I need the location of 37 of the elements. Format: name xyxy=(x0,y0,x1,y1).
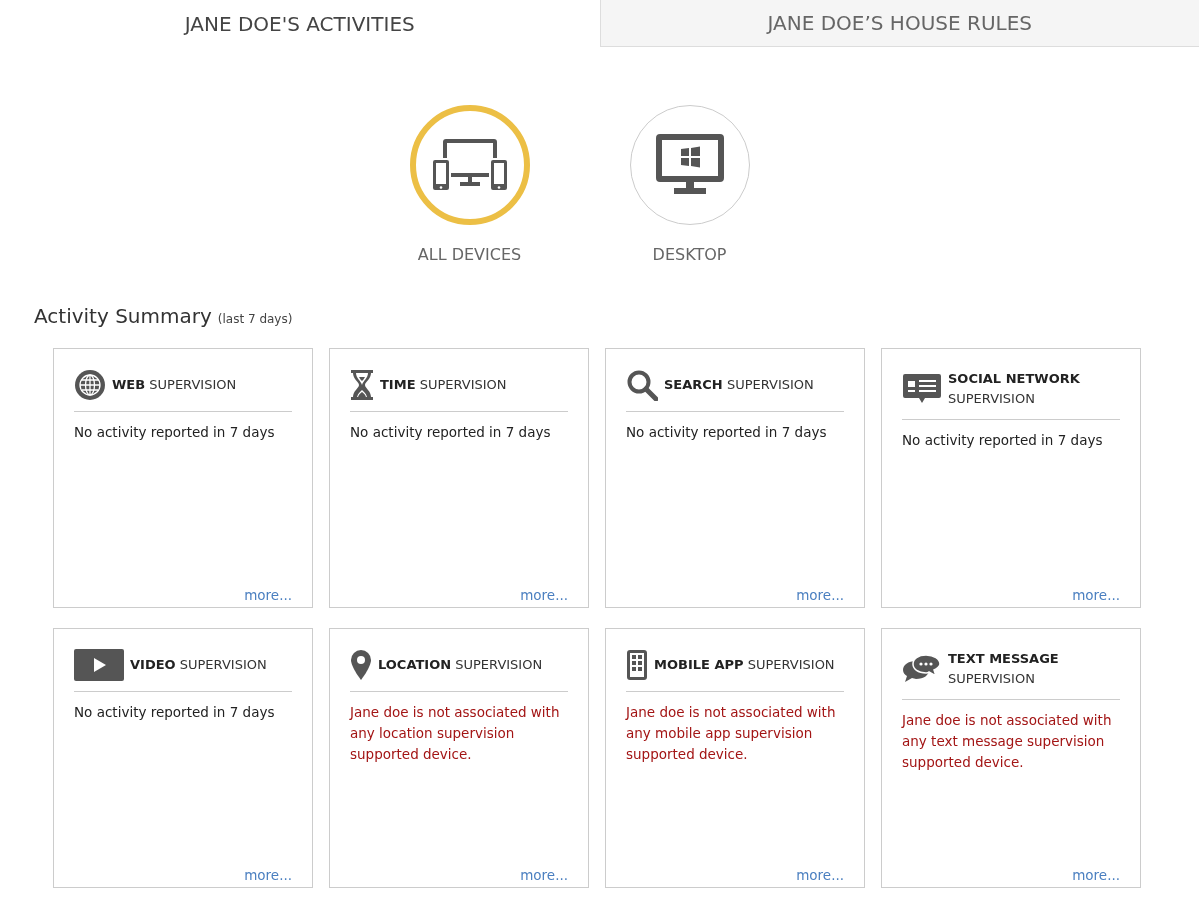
card-title: WEB SUPERVISION xyxy=(112,375,237,394)
more-link[interactable]: more... xyxy=(520,587,568,603)
more-link[interactable]: more... xyxy=(796,587,844,603)
more-link[interactable]: more... xyxy=(244,587,292,603)
more-link[interactable]: more... xyxy=(1072,867,1120,883)
card-title: VIDEO SUPERVISION xyxy=(130,655,267,674)
card-message: Jane doe is not associated with any location supervision supported device. xyxy=(350,703,561,764)
device-label: DESKTOP xyxy=(652,245,727,264)
device-label: ALL DEVICES xyxy=(417,245,522,264)
section-title: Activity Summary xyxy=(34,304,212,328)
hourglass-icon xyxy=(350,369,374,401)
devices-icon xyxy=(431,137,508,193)
card-message: No activity reported in 7 days xyxy=(902,431,1104,451)
card-title: TEXT MESSAGE SUPERVISION xyxy=(948,650,1060,689)
map-pin-icon xyxy=(350,649,372,681)
card-message: No activity reported in 7 days xyxy=(74,423,276,442)
monitor-icon xyxy=(655,134,724,196)
globe-icon xyxy=(74,369,106,401)
phone-keypad-icon xyxy=(626,649,648,681)
more-link[interactable]: more... xyxy=(796,867,844,883)
more-link[interactable]: more... xyxy=(520,867,568,883)
card-message: Jane doe is not associated with any text message supervision supported device. xyxy=(902,711,1113,773)
card-message: No activity reported in 7 days xyxy=(74,703,276,722)
more-link[interactable]: more... xyxy=(1072,587,1120,603)
card-message: No activity reported in 7 days xyxy=(626,423,828,442)
card-title: LOCATION SUPERVISION xyxy=(378,655,543,674)
card-message: No activity reported in 7 days xyxy=(350,423,552,442)
card-title: TIME SUPERVISION xyxy=(380,375,507,394)
search-icon xyxy=(626,369,658,401)
play-icon xyxy=(74,649,124,681)
card-title: MOBILE APP SUPERVISION xyxy=(654,655,835,674)
section-note: (last 7 days) xyxy=(217,312,293,326)
card-title: SEARCH SUPERVISION xyxy=(664,375,814,394)
more-link[interactable]: more... xyxy=(244,867,292,883)
card-message: Jane doe is not associated with any mobile app supervision supported device. xyxy=(626,703,837,764)
tab[interactable]: JANE DOE’S HOUSE RULES xyxy=(599,0,1199,47)
card-title: SOCIAL NETWORK SUPERVISION xyxy=(948,370,1081,409)
